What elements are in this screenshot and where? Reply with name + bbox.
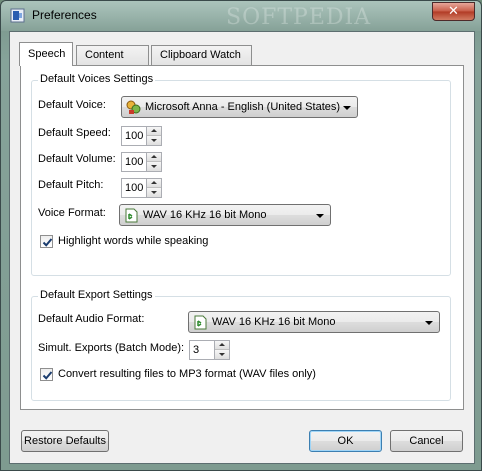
export-group-title: Default Export Settings (38, 289, 155, 301)
chevron-down-icon (425, 321, 433, 325)
close-button[interactable]: ✕ (432, 2, 475, 21)
voice-format-value: WAV 16 KHz 16 bit Mono (143, 209, 267, 221)
tab-content[interactable]: Content (76, 45, 149, 65)
window-title: Preferences (32, 8, 97, 22)
tab-speech[interactable]: Speech (19, 42, 73, 66)
voice-agent-icon (126, 100, 141, 115)
spin-up-icon[interactable] (147, 153, 161, 162)
checkbox-box[interactable] (40, 235, 53, 248)
spinner-buttons (146, 127, 161, 145)
tab-clipboard-watch[interactable]: Clipboard Watch (151, 45, 252, 65)
voice-format-label: Voice Format: (38, 207, 106, 219)
spin-down-icon[interactable] (147, 188, 161, 197)
speaker-app-icon (10, 8, 25, 23)
default-voice-select[interactable]: Microsoft Anna - English (United States) (121, 96, 358, 118)
close-icon: ✕ (448, 4, 459, 19)
default-pitch-spinner[interactable]: 100 (121, 178, 162, 198)
default-speed-label: Default Speed: (38, 127, 111, 139)
voices-settings-group: Default Voices Settings Default Voice: M… (31, 73, 451, 276)
checkmark-icon (42, 238, 53, 247)
spin-down-icon[interactable] (147, 136, 161, 145)
preferences-window: Preferences SOFTPEDIA ✕ Speech Content C… (0, 0, 482, 471)
audio-format-value: WAV 16 KHz 16 bit Mono (212, 316, 336, 328)
checkmark-icon (42, 371, 53, 380)
default-voice-value: Microsoft Anna - English (United States) (145, 101, 341, 113)
watermark: SOFTPEDIA (226, 5, 372, 30)
spin-down-icon[interactable] (215, 350, 229, 359)
spin-up-icon[interactable] (215, 341, 229, 350)
default-volume-spinner[interactable]: 100 (121, 152, 162, 172)
spinner-buttons (146, 179, 161, 197)
title-bar[interactable]: Preferences SOFTPEDIA ✕ (1, 1, 481, 31)
highlight-words-checkbox[interactable]: Highlight words while speaking (40, 234, 240, 250)
checkbox-box[interactable] (40, 368, 53, 381)
default-pitch-label: Default Pitch: (38, 179, 104, 191)
highlight-words-label: Highlight words while speaking (58, 235, 209, 247)
cancel-button[interactable]: Cancel (390, 430, 463, 452)
spin-down-icon[interactable] (147, 162, 161, 171)
simult-exports-value: 3 (193, 344, 200, 356)
spinner-buttons (146, 153, 161, 171)
speech-tab-panel: Default Voices Settings Default Voice: M… (20, 65, 464, 410)
spinner-buttons (214, 341, 229, 359)
restore-defaults-button[interactable]: Restore Defaults (21, 430, 109, 452)
convert-mp3-checkbox[interactable]: Convert resulting files to MP3 format (W… (40, 367, 370, 383)
chevron-down-icon (343, 106, 351, 110)
voices-group-title: Default Voices Settings (38, 73, 156, 85)
dialog-client-area: Speech Content Clipboard Watch Default V… (9, 31, 475, 464)
spin-up-icon[interactable] (147, 127, 161, 136)
spin-up-icon[interactable] (147, 179, 161, 188)
default-volume-value: 100 (125, 156, 144, 168)
audio-format-label: Default Audio Format: (38, 313, 145, 325)
audio-format-select[interactable]: WAV 16 KHz 16 bit Mono (188, 311, 440, 333)
default-speed-value: 100 (125, 130, 144, 142)
default-voice-label: Default Voice: (38, 99, 106, 111)
default-volume-label: Default Volume: (38, 153, 116, 165)
ok-button[interactable]: OK (309, 430, 382, 452)
export-settings-group: Default Export Settings Default Audio Fo… (31, 289, 451, 401)
default-pitch-value: 100 (125, 182, 144, 194)
chevron-down-icon (316, 214, 324, 218)
voice-format-select[interactable]: WAV 16 KHz 16 bit Mono (119, 204, 331, 226)
audio-file-icon (193, 315, 208, 330)
simult-exports-label: Simult. Exports (Batch Mode): (38, 342, 185, 354)
default-speed-spinner[interactable]: 100 (121, 126, 162, 146)
simult-exports-spinner[interactable]: 3 (189, 340, 230, 360)
convert-mp3-label: Convert resulting files to MP3 format (W… (58, 368, 316, 380)
audio-file-icon (124, 208, 139, 223)
